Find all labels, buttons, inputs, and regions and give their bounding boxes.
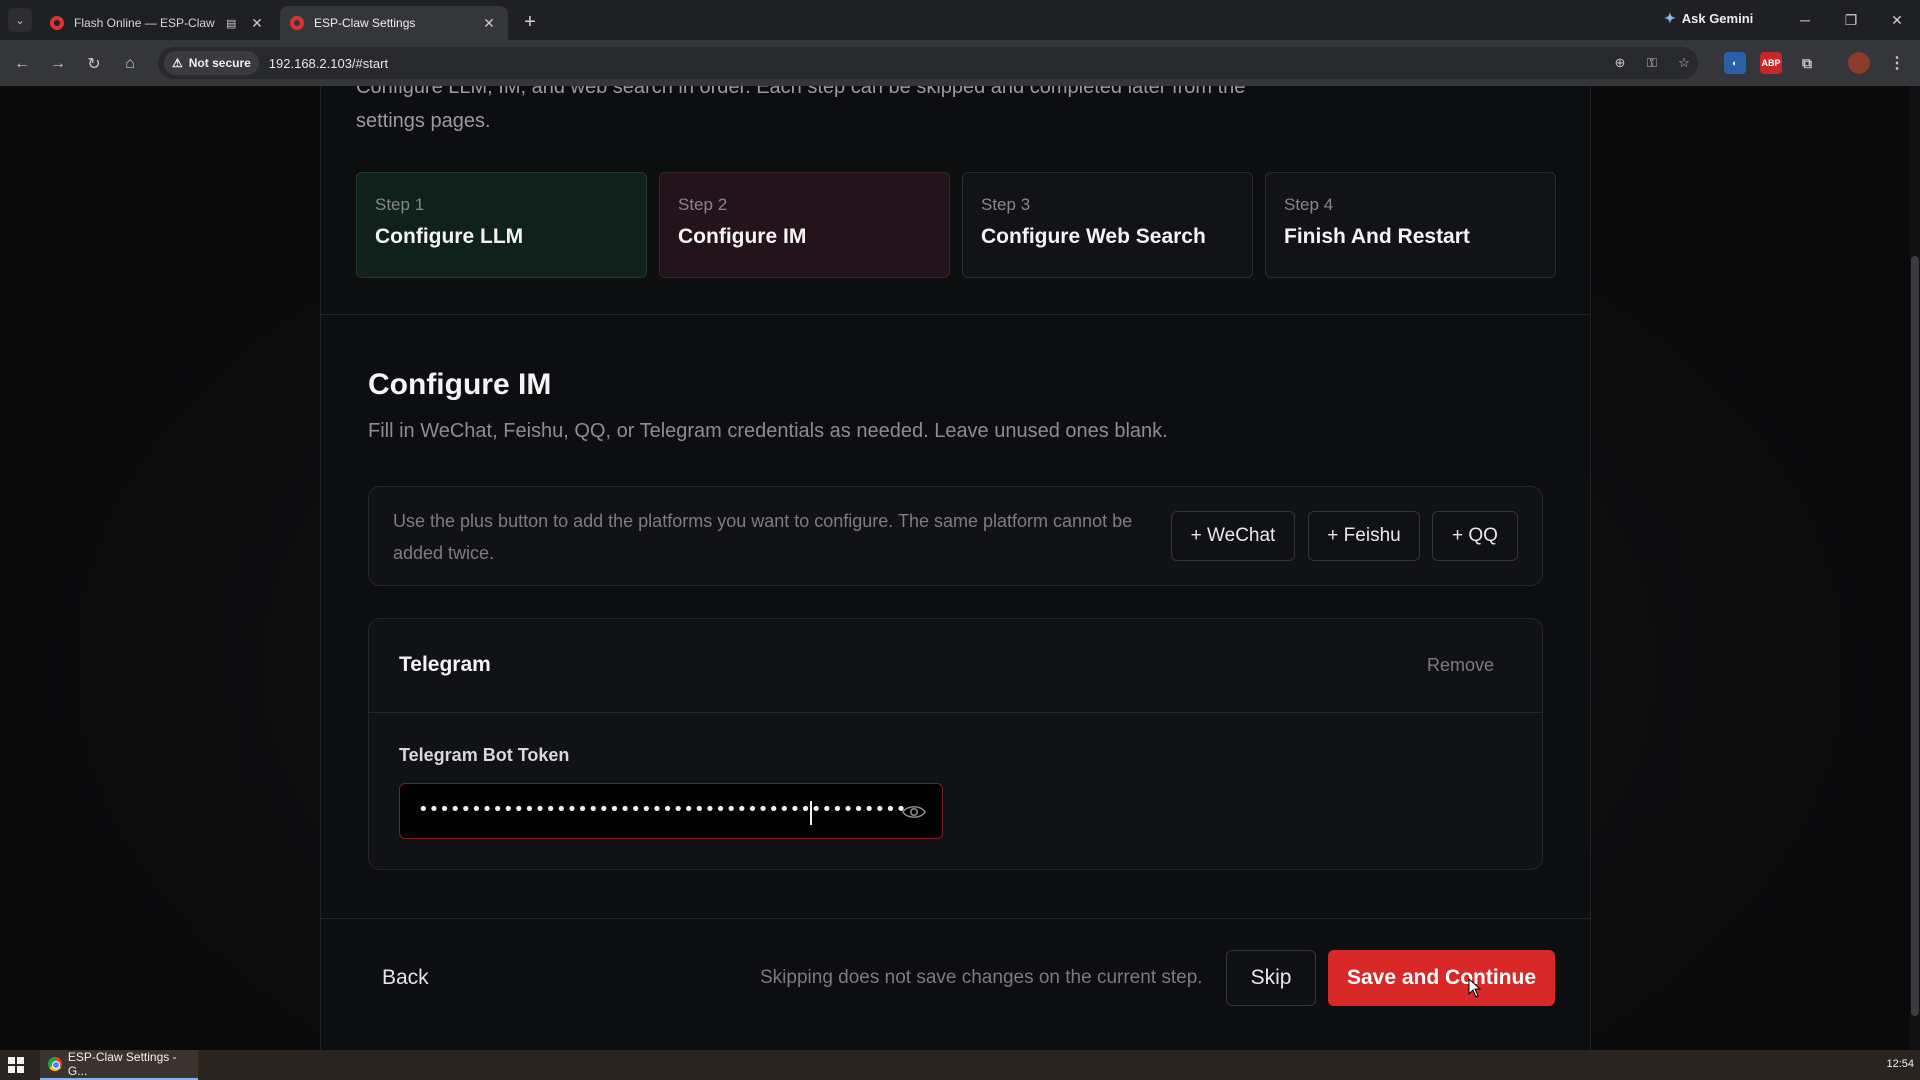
tab-esp-claw-settings[interactable]: ESP-Claw Settings ✕ [280,6,508,40]
scrollbar-thumb[interactable] [1911,256,1919,1016]
add-feishu-button[interactable]: + Feishu [1308,511,1420,561]
tab-search-button[interactable]: ⌄ [8,8,32,32]
media-icon[interactable]: ▤ [226,17,242,30]
page-scrollbar[interactable] [1910,86,1920,1050]
tab-flash-online[interactable]: Flash Online — ESP-Claw ▤ ✕ [40,6,276,40]
add-platform-hint: Use the plus button to add the platforms… [393,511,1133,563]
telegram-title: Telegram [399,653,491,676]
step-number: Step 3 [981,195,1031,214]
browser-tab-bar: ⌄ Flash Online — ESP-Claw ▤ ✕ ESP-Claw S… [0,0,1920,40]
page-viewport: Configure LLM, IM, and web search in ord… [0,86,1920,1050]
minimize-icon[interactable]: ─ [1790,8,1820,32]
step-name: Configure IM [678,225,807,248]
step-number: Step 2 [678,195,728,214]
step-indicator: Step 1 Configure LLM Step 2 Configure IM… [356,172,1556,278]
bot-token-label: Telegram Bot Token [399,745,570,765]
home-icon[interactable]: ⌂ [118,52,142,76]
section-divider [321,314,1590,315]
close-window-icon[interactable]: ✕ [1882,8,1912,32]
password-key-icon[interactable]: ⚿ [1642,53,1662,73]
back-button[interactable]: Back [382,966,429,990]
taskbar-clock: 12:54 [1886,1058,1914,1070]
show-password-eye-icon[interactable] [902,802,926,822]
profile-avatar[interactable] [1848,52,1870,74]
adblock-plus-icon[interactable]: ABP [1760,52,1782,74]
close-tab-icon[interactable]: ✕ [480,14,498,32]
mouse-cursor-icon [1468,978,1482,998]
zoom-icon[interactable]: ⊕ [1610,53,1630,73]
address-bar[interactable]: ⚠ Not secure 192.168.2.103/#start ⊕ ⚿ ☆ [158,47,1698,79]
extensions-puzzle-icon[interactable]: ⧉ [1796,52,1818,74]
add-platform-panel: Use the plus button to add the platforms… [368,486,1543,586]
step-name: Configure LLM [375,225,524,248]
not-secure-label: Not secure [188,56,251,70]
warning-icon: ⚠ [172,56,183,70]
text-caret [810,801,812,825]
os-taskbar: ESP-Claw Settings - G... 12:54 [0,1050,1920,1080]
telegram-panel-header: Telegram Remove [369,619,1542,713]
bookmark-star-icon[interactable]: ☆ [1674,53,1694,73]
step-1-card[interactable]: Step 1 Configure LLM [356,172,647,278]
reload-icon[interactable]: ↻ [82,52,106,76]
ask-gemini-label: Ask Gemini [1681,11,1754,26]
restore-icon[interactable]: ❐ [1836,8,1866,32]
browser-toolbar: ← → ↻ ⌂ ⚠ Not secure 192.168.2.103/#star… [0,40,1920,86]
section-description: Fill in WeChat, Feishu, QQ, or Telegram … [368,420,1168,442]
footer-divider [321,918,1590,919]
telegram-config-panel: Telegram Remove Telegram Bot Token •••••… [368,618,1543,870]
new-tab-button[interactable]: + [518,10,542,34]
espressif-favicon-icon [290,16,304,30]
intro-text: Configure LLM, IM, and web search in ord… [356,86,1246,132]
windows-start-icon[interactable] [8,1057,24,1073]
taskbar-chrome-item[interactable]: ESP-Claw Settings - G... [40,1050,198,1080]
bot-token-input[interactable]: ••••••••••••••••••••••••••••••••••••••••… [399,783,943,839]
bot-token-masked-value[interactable]: ••••••••••••••••••••••••••••••••••••••••… [418,799,906,820]
step-4-card[interactable]: Step 4 Finish And Restart [1265,172,1556,278]
add-qq-button[interactable]: + QQ [1432,511,1518,561]
not-secure-badge[interactable]: ⚠ Not secure [164,51,259,75]
step-name: Finish And Restart [1284,225,1470,248]
step-2-card[interactable]: Step 2 Configure IM [659,172,950,278]
step-name: Configure Web Search [981,225,1206,248]
step-number: Step 1 [375,195,425,214]
tab-title: ESP-Claw Settings [314,16,416,30]
section-title: Configure IM [368,368,552,401]
step-number: Step 4 [1284,195,1334,214]
espressif-favicon-icon [50,16,64,30]
extension-globe-icon[interactable]: ◐ [1724,52,1746,74]
save-and-continue-button[interactable]: Save and Continue [1328,950,1555,1006]
step-3-card[interactable]: Step 3 Configure Web Search [962,172,1253,278]
url-text[interactable]: 192.168.2.103/#start [269,56,388,71]
remove-telegram-button[interactable]: Remove [1427,655,1494,676]
more-menu-icon[interactable]: ⋮ [1886,52,1908,74]
forward-arrow-icon[interactable]: → [46,52,70,76]
taskbar-item-label: ESP-Claw Settings - G... [67,1050,177,1078]
add-wechat-button[interactable]: + WeChat [1171,511,1295,561]
tab-title: Flash Online — ESP-Claw [74,16,215,30]
ask-gemini-button[interactable]: ✦ Ask Gemini [1664,10,1753,27]
chrome-icon [48,1057,62,1071]
gemini-spark-icon: ✦ [1664,10,1676,26]
back-arrow-icon[interactable]: ← [10,52,34,76]
close-tab-icon[interactable]: ✕ [248,14,266,32]
skip-button[interactable]: Skip [1226,950,1316,1006]
skip-note: Skipping does not save changes on the cu… [760,967,1203,988]
